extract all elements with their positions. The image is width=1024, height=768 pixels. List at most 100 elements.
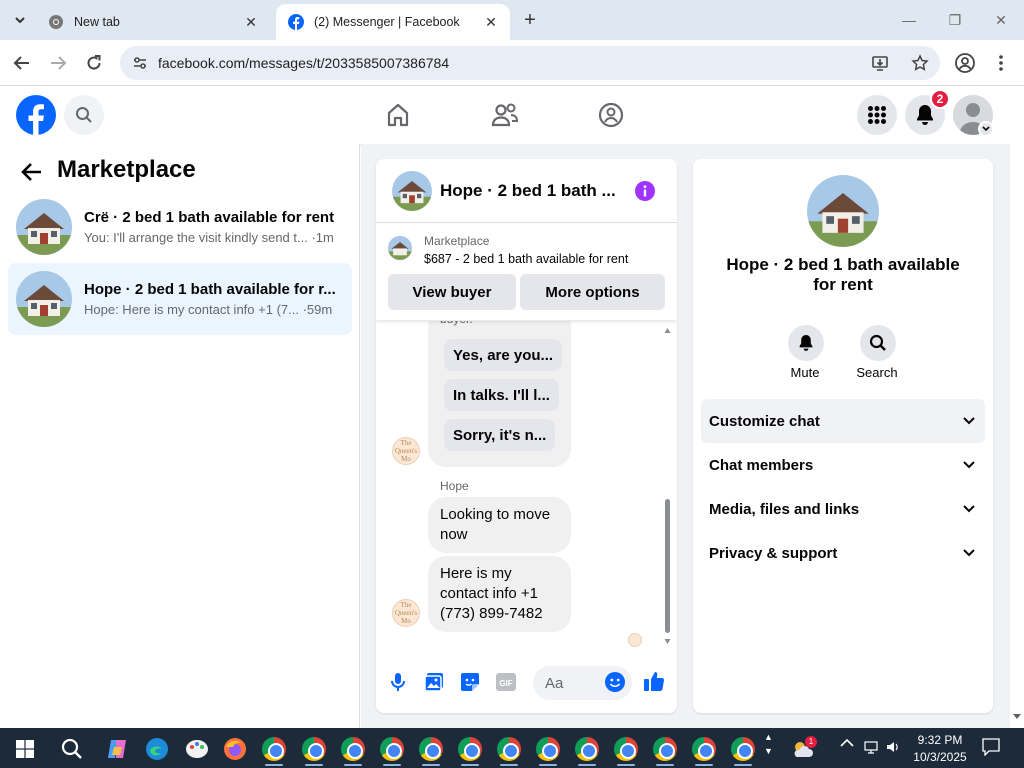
new-tab-button[interactable]: + bbox=[518, 8, 542, 32]
message-thread: buyer. Yes, are you... In talks. I'll l.… bbox=[376, 321, 677, 651]
chrome-icon bbox=[49, 15, 63, 29]
home-nav-button[interactable] bbox=[383, 100, 413, 130]
quick-reply-button[interactable]: Yes, are you... bbox=[444, 339, 563, 371]
clock-date: 10/3/2025 bbox=[913, 750, 967, 764]
running-indicator bbox=[383, 764, 401, 766]
chat-title[interactable]: Hope · 2 bed 1 bath ... bbox=[440, 181, 635, 201]
tab-messenger[interactable]: (2) Messenger | Facebook ✕ bbox=[276, 4, 510, 40]
back-button[interactable] bbox=[11, 52, 33, 74]
running-indicator bbox=[617, 764, 635, 766]
conversation-item-active[interactable]: Hope · 2 bed 1 bath available for r... H… bbox=[8, 263, 352, 335]
voice-clip-icon[interactable] bbox=[387, 671, 409, 693]
edge-icon[interactable] bbox=[144, 736, 170, 762]
taskbar-overflow-scroll[interactable]: ▲ ▼ bbox=[764, 730, 773, 758]
site-settings-icon[interactable] bbox=[132, 55, 148, 71]
seller-avatar[interactable]: The Queen's Mo bbox=[392, 437, 420, 465]
more-options-button[interactable]: More options bbox=[520, 274, 665, 310]
friends-nav-button[interactable] bbox=[490, 100, 520, 130]
taskbar-search-icon[interactable] bbox=[59, 736, 85, 762]
chrome-taskbar-icon[interactable] bbox=[496, 736, 522, 762]
notification-badge: 2 bbox=[930, 89, 950, 109]
forward-button[interactable] bbox=[47, 52, 69, 74]
section-label: Privacy & support bbox=[709, 544, 838, 562]
firefox-icon[interactable] bbox=[222, 736, 248, 762]
chrome-taskbar-icon[interactable] bbox=[574, 736, 600, 762]
running-indicator bbox=[695, 764, 713, 766]
chevron-down-icon bbox=[15, 17, 25, 24]
notification-center-icon[interactable] bbox=[982, 738, 1000, 756]
chrome-taskbar-icon[interactable] bbox=[418, 736, 444, 762]
copilot-icon[interactable] bbox=[104, 736, 130, 762]
seller-avatar[interactable]: The Queen's Mo bbox=[392, 599, 420, 627]
running-indicator bbox=[461, 764, 479, 766]
listing-mini-thumbnail bbox=[388, 236, 412, 260]
network-icon[interactable] bbox=[864, 740, 878, 754]
close-tab-icon[interactable]: ✕ bbox=[482, 13, 500, 31]
groups-nav-button[interactable] bbox=[596, 100, 626, 130]
info-icon[interactable] bbox=[635, 180, 655, 201]
listing-source: Marketplace bbox=[424, 234, 490, 248]
attach-photo-icon[interactable] bbox=[423, 671, 445, 693]
chrome-taskbar-icon[interactable] bbox=[301, 736, 327, 762]
menu-button[interactable] bbox=[857, 95, 897, 135]
customize-chat-section[interactable]: Customize chat bbox=[701, 399, 985, 443]
windows-start-icon[interactable] bbox=[12, 736, 38, 762]
chat-scrollbar[interactable] bbox=[664, 327, 671, 645]
url-text[interactable]: facebook.com/messages/t/2033585007386784 bbox=[158, 55, 860, 71]
profile-icon[interactable] bbox=[954, 52, 976, 74]
chrome-taskbar-icon[interactable] bbox=[613, 736, 639, 762]
section-label: Customize chat bbox=[709, 412, 820, 430]
media-files-links-section[interactable]: Media, files and links bbox=[701, 487, 985, 531]
chrome-taskbar-icon[interactable] bbox=[340, 736, 366, 762]
minimize-button[interactable]: — bbox=[886, 8, 932, 32]
tab-search-button[interactable] bbox=[6, 6, 34, 34]
mute-button[interactable] bbox=[788, 325, 824, 361]
chrome-taskbar-icon[interactable] bbox=[457, 736, 483, 762]
chrome-taskbar-icon[interactable] bbox=[261, 736, 287, 762]
privacy-support-section[interactable]: Privacy & support bbox=[701, 531, 985, 575]
chrome-taskbar-icon[interactable] bbox=[652, 736, 678, 762]
facebook-logo-icon[interactable] bbox=[16, 95, 56, 135]
listing-thumbnail bbox=[16, 271, 72, 327]
restore-button[interactable]: ❐ bbox=[932, 8, 978, 32]
reload-button[interactable] bbox=[83, 52, 105, 74]
search-in-conversation-button[interactable] bbox=[860, 325, 896, 361]
show-hidden-icons-chevron[interactable] bbox=[840, 738, 854, 748]
account-caret[interactable] bbox=[978, 121, 994, 137]
chrome-taskbar-icon[interactable] bbox=[535, 736, 561, 762]
facebook-search-button[interactable] bbox=[64, 95, 104, 135]
running-indicator bbox=[265, 764, 283, 766]
chat-listing-thumbnail[interactable] bbox=[392, 170, 432, 211]
sticker-icon[interactable] bbox=[459, 671, 481, 693]
bookmark-star-icon[interactable] bbox=[910, 53, 930, 73]
conversation-item[interactable]: Crë · 2 bed 1 bath available for rent Yo… bbox=[8, 191, 352, 263]
chat-members-section[interactable]: Chat members bbox=[701, 443, 985, 487]
install-app-icon[interactable] bbox=[870, 53, 890, 73]
back-arrow-button[interactable] bbox=[20, 160, 44, 184]
chrome-taskbar-icon[interactable] bbox=[691, 736, 717, 762]
tab-new-tab[interactable]: New tab ✕ bbox=[36, 4, 270, 40]
chrome-taskbar-icon[interactable] bbox=[730, 736, 756, 762]
emoji-icon[interactable] bbox=[604, 671, 626, 693]
page-scrollbar[interactable] bbox=[1010, 86, 1024, 728]
tab-title: New tab bbox=[74, 15, 120, 29]
volume-icon[interactable] bbox=[886, 740, 900, 754]
close-tab-icon[interactable]: ✕ bbox=[242, 13, 260, 31]
taskbar-clock[interactable]: 9:32 PM 10/3/2025 bbox=[900, 732, 980, 766]
groups-icon bbox=[598, 102, 624, 128]
bell-icon bbox=[917, 105, 933, 125]
quick-reply-button[interactable]: In talks. I'll l... bbox=[444, 379, 559, 411]
gif-icon[interactable]: GIF bbox=[495, 671, 517, 693]
quick-reply-button[interactable]: Sorry, it's n... bbox=[444, 419, 556, 451]
thumbs-up-icon[interactable] bbox=[643, 670, 665, 692]
arrow-left-icon bbox=[21, 163, 41, 181]
browser-menu-icon[interactable] bbox=[990, 52, 1012, 74]
search-icon bbox=[869, 334, 886, 351]
view-buyer-button[interactable]: View buyer bbox=[388, 274, 516, 310]
address-bar[interactable]: facebook.com/messages/t/2033585007386784 bbox=[120, 46, 940, 80]
paint-app-icon[interactable] bbox=[184, 736, 210, 762]
close-window-button[interactable]: ✕ bbox=[978, 8, 1024, 32]
partial-label: buyer. bbox=[440, 321, 473, 329]
conversation-title: Hope · 2 bed 1 bath available for r... bbox=[84, 281, 336, 298]
chrome-taskbar-icon[interactable] bbox=[379, 736, 405, 762]
